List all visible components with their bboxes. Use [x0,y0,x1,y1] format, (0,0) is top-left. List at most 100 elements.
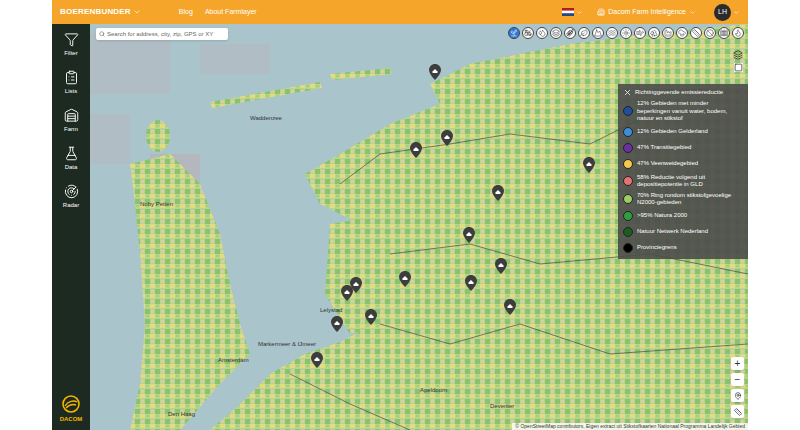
farm-pin-icon[interactable] [492,185,504,201]
legend-swatch [623,211,633,221]
map-label: Waddenzee [250,114,282,123]
legend-entry: 70% Ring rondom stikstofgevoelige N2000-… [623,192,743,207]
legend-panel: Richtinggevende emissiereductie 12% Gebie… [618,84,748,259]
sidebar-item-icon [64,108,79,123]
farm-pin-icon[interactable] [331,316,343,332]
dutch-flag-icon [562,8,574,16]
farm-pin-icon[interactable] [311,352,323,368]
map[interactable]: WaddenzeeNoby PettenLelystadMarkermeer &… [90,24,748,430]
ruler-icon [734,408,742,416]
search-field[interactable]: Search for address, city, zip, GPS or XY [96,28,228,40]
farm-pin-icon[interactable] [341,285,353,301]
chevron-down-icon [576,9,583,16]
map-tool-icon [664,29,672,37]
legend-label: Provinciegrens [637,244,677,252]
locate-button[interactable] [731,389,744,402]
farm-pin-icon[interactable] [410,142,422,158]
legend-label: >95% Natura 2000 [637,212,687,220]
map-tool-icon [608,29,616,37]
map-tool-button[interactable] [704,27,716,39]
legend-entry: 12% Gebieden met minder beperkingen vanu… [623,100,743,123]
layer-controls [733,50,743,72]
map-tool-button[interactable] [592,27,604,39]
chevron-down-icon [689,9,696,16]
map-tool-icon [622,29,630,37]
map-tool-button[interactable] [690,27,702,39]
map-label: Deventer [490,402,514,411]
sidebar-item-icon [64,184,79,199]
map-label: Apeldoorn [420,386,447,395]
map-tool-button[interactable] [508,27,520,39]
farm-pin-icon[interactable] [429,64,441,80]
legend-swatch [623,127,633,137]
brand: DACOM [60,395,83,424]
farm-pin-icon[interactable] [583,157,595,173]
dacom-logo-icon [62,395,80,413]
legend-swatch [623,227,633,237]
map-tool-icon [734,29,742,37]
map-tool-button[interactable] [676,27,688,39]
language-select[interactable] [562,8,583,16]
legend-label: 12% Gebieden Gelderland [637,128,708,136]
brand-text: DACOM [60,415,83,424]
nav-link[interactable]: Blog [179,7,193,18]
map-tool-icon [720,29,728,37]
checkbox-icon[interactable] [734,63,743,72]
farm-pin-icon[interactable] [365,309,377,325]
map-tool-icon [650,29,658,37]
map-tool-button[interactable] [662,27,674,39]
sidebar-item[interactable]: Data [64,146,79,172]
layers-icon[interactable] [733,50,743,60]
map-tool-button[interactable] [718,27,730,39]
map-tool-button[interactable] [578,27,590,39]
close-icon[interactable] [623,88,632,97]
page: BOERENBUNDER Blog About Farmlayer Dacom Far… [0,0,800,430]
zoom-in-button[interactable]: + [731,357,744,370]
map-controls: +− [731,357,744,418]
farm-pin-icon[interactable] [465,275,477,291]
legend-label: 47% Transitiegebied [637,144,691,152]
farm-pin-icon[interactable] [495,258,507,274]
sidebar-item[interactable]: Farm [64,108,79,134]
search-placeholder: Search for address, city, zip, GPS or XY [107,30,213,39]
workspace-name: Dacom Farm Intelligence [608,7,686,18]
farm-pin-icon[interactable] [463,227,475,243]
workspace-select[interactable]: Dacom Farm Intelligence [597,7,696,18]
sidebar-item-label: Lists [65,87,77,96]
zoom-out-button[interactable]: − [731,373,744,386]
nav-link[interactable]: About Farmlayer [205,7,257,18]
user-menu[interactable]: LH [714,4,740,21]
measure-button[interactable] [731,405,744,418]
map-tool-icon [524,29,532,37]
farm-pin-icon[interactable] [399,271,411,287]
map-tool-icon [692,29,700,37]
legend-label: 70% Ring rondom stikstofgevoelige N2000-… [637,192,743,207]
sidebar-item[interactable]: Filter [64,32,79,58]
legend-title: Richtinggevende emissiereductie [635,88,723,97]
chevron-down-icon [733,9,740,16]
avatar: LH [714,4,731,21]
map-tool-button[interactable] [606,27,618,39]
legend-entry: 47% Transitiegebied [623,142,743,155]
farm-pin-icon[interactable] [504,299,516,315]
map-tool-icon [566,29,574,37]
top-nav: Blog About Farmlayer [179,7,257,18]
chevron-down-icon [133,8,141,16]
map-tool-button[interactable] [634,27,646,39]
sidebar-item[interactable]: Lists [64,70,79,96]
app-frame: BOERENBUNDER Blog About Farmlayer Dacom Far… [52,0,748,430]
map-tool-button[interactable] [536,27,548,39]
map-tool-button[interactable] [732,27,744,39]
logo[interactable]: BOERENBUNDER [60,6,141,18]
legend-swatch [623,143,633,153]
farm-pin-icon[interactable] [441,130,453,146]
map-tool-icon [594,29,602,37]
map-tool-button[interactable] [620,27,632,39]
map-tool-button[interactable] [648,27,660,39]
map-tool-button[interactable] [564,27,576,39]
legend-swatch [623,159,633,169]
map-tool-button[interactable] [522,27,534,39]
map-tool-icon [538,29,546,37]
map-tool-button[interactable] [550,27,562,39]
sidebar-item[interactable]: Radar [63,184,79,210]
